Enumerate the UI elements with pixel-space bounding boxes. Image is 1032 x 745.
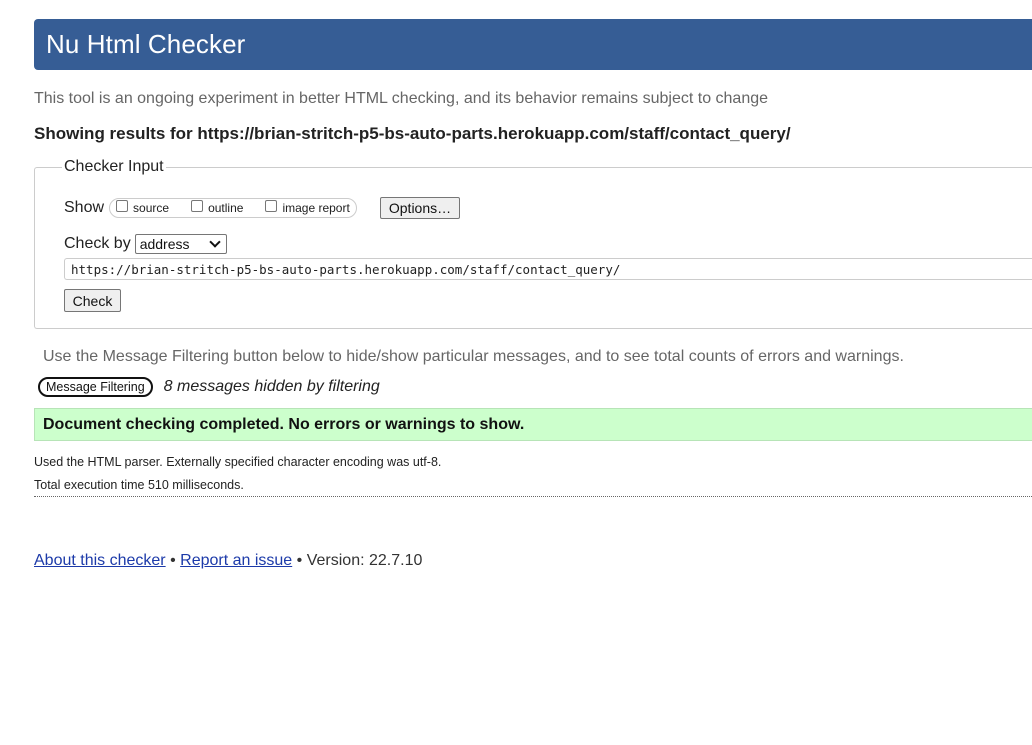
check-button[interactable]: Check bbox=[64, 289, 121, 312]
page: Nu Html Checker This tool is an ongoing … bbox=[0, 0, 1032, 745]
show-image-report-option[interactable]: image report bbox=[265, 200, 350, 215]
show-source-option[interactable]: source bbox=[116, 200, 170, 215]
outline-checkbox[interactable] bbox=[191, 200, 204, 212]
report-issue-link[interactable]: Report an issue bbox=[180, 552, 292, 569]
image-report-checkbox[interactable] bbox=[265, 200, 278, 212]
options-button[interactable]: Options… bbox=[380, 197, 460, 219]
source-label: source bbox=[133, 201, 170, 215]
parser-info: Used the HTML parser. Externally specifi… bbox=[34, 455, 442, 469]
filtering-note: Use the Message Filtering button below t… bbox=[43, 348, 904, 365]
show-options-row: Show source outline image report bbox=[64, 197, 357, 219]
chevron-down-icon bbox=[209, 235, 221, 248]
header-bar: Nu Html Checker bbox=[34, 19, 1032, 70]
check-by-select[interactable]: address bbox=[134, 234, 227, 254]
divider bbox=[34, 496, 1032, 497]
show-options-group: source outline image report bbox=[109, 198, 357, 218]
about-checker-link[interactable]: About this checker bbox=[34, 552, 166, 569]
check-details: Used the HTML parser. Externally specifi… bbox=[34, 451, 441, 497]
source-checkbox[interactable] bbox=[116, 200, 129, 212]
execution-time: Total execution time 510 milliseconds. bbox=[34, 478, 244, 492]
version-text: Version: 22.7.10 bbox=[306, 552, 423, 569]
filtering-row: Message Filtering 8 messages hidden by f… bbox=[38, 377, 380, 397]
experiment-notice: This tool is an ongoing experiment in be… bbox=[34, 90, 769, 107]
page-title: Nu Html Checker bbox=[46, 29, 246, 59]
checker-input-legend: Checker Input bbox=[62, 158, 166, 176]
image-report-label: image report bbox=[282, 201, 350, 215]
url-input[interactable]: https://brian-stritch-p5-bs-auto-parts.h… bbox=[64, 258, 1032, 280]
show-label: Show bbox=[64, 199, 105, 216]
check-by-row: Check by address bbox=[64, 234, 227, 254]
check-by-label: Check by bbox=[64, 235, 131, 252]
footer-separator-2: • bbox=[296, 552, 303, 569]
hidden-messages-count: 8 messages hidden by filtering bbox=[163, 378, 380, 395]
message-filtering-button[interactable]: Message Filtering bbox=[38, 377, 153, 397]
footer: About this checker • Report an issue • V… bbox=[34, 552, 422, 570]
show-outline-option[interactable]: outline bbox=[191, 200, 244, 215]
results-for-heading: Showing results for https://brian-stritc… bbox=[34, 124, 791, 143]
check-by-value: address bbox=[139, 236, 190, 252]
outline-label: outline bbox=[208, 201, 244, 215]
footer-separator-1: • bbox=[170, 552, 176, 569]
success-message: Document checking completed. No errors o… bbox=[34, 408, 1032, 441]
